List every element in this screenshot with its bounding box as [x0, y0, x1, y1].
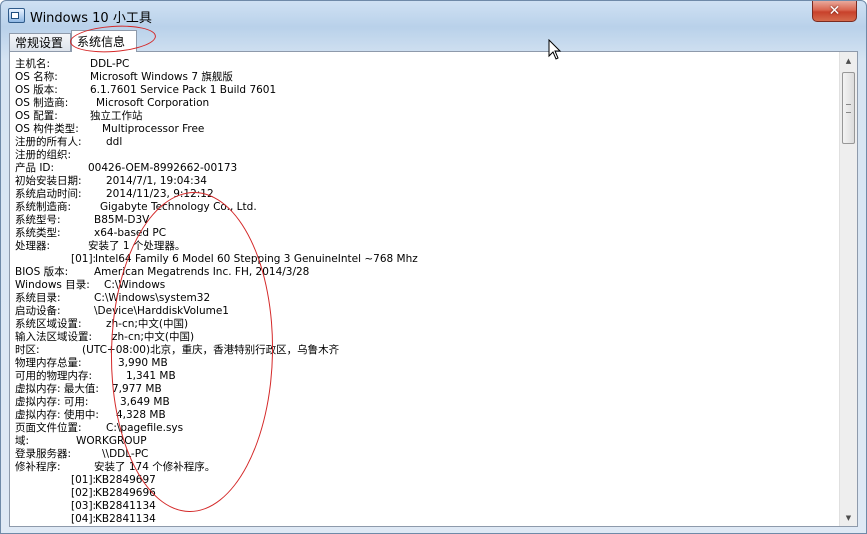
info-value: 安装了 1 个处理器。	[88, 240, 186, 252]
info-value: KB2841134	[95, 513, 156, 524]
info-value: C:\pagefile.sys	[106, 422, 184, 434]
info-label: 注册的所有人:	[15, 136, 82, 148]
title-bar[interactable]: Windows 10 小工具 ✕	[1, 1, 866, 29]
info-label: 虚拟内存: 最大值:	[15, 383, 99, 395]
info-label: OS 配置:	[15, 110, 58, 122]
info-label: [04]:	[71, 513, 97, 524]
mouse-cursor-icon	[548, 39, 562, 60]
info-label: 系统类型:	[15, 227, 61, 239]
info-value: KB2849696	[95, 487, 156, 499]
info-value: ddl	[106, 136, 123, 148]
tab-general-settings[interactable]: 常规设置	[9, 33, 71, 51]
info-value: 4,328 MB	[116, 409, 166, 421]
info-label: 系统区域设置:	[15, 318, 82, 330]
info-value: 2014/7/1, 19:04:34	[106, 175, 207, 187]
info-label: 虚拟内存: 可用:	[15, 396, 89, 408]
info-value: C:\Windows	[104, 279, 166, 291]
info-label: OS 构件类型:	[15, 123, 79, 135]
info-label: 启动设备:	[15, 305, 61, 317]
info-value: Intel64 Family 6 Model 60 Stepping 3 Gen…	[95, 253, 418, 265]
info-value: Multiprocessor Free	[102, 123, 205, 135]
info-value: (UTC+08:00)北京，重庆，香港特别行政区，乌鲁木齐	[82, 344, 340, 356]
system-info-panel: 主机名: DDL-PC OS 名称: Microsoft Windows 7 旗舰版…	[9, 51, 858, 527]
window-title: Windows 10 小工具	[30, 11, 152, 26]
info-label: OS 名称:	[15, 71, 58, 83]
info-value: KB2841134	[95, 500, 156, 512]
info-label: 域:	[15, 435, 30, 447]
info-value: 3,990 MB	[118, 357, 168, 369]
info-label: 系统型号:	[15, 214, 61, 226]
vertical-scrollbar[interactable]: ▲ ▼	[839, 52, 857, 526]
info-value: 6.1.7601 Service Pack 1 Build 7601	[90, 84, 277, 96]
info-label: BIOS 版本:	[15, 266, 69, 278]
info-label: 修补程序:	[15, 461, 61, 473]
info-label: 初始安装日期:	[15, 175, 82, 187]
info-label: [02]:	[71, 487, 97, 499]
info-value: \Device\HarddiskVolume1	[94, 305, 229, 317]
info-label: 虚拟内存: 使用中:	[15, 409, 99, 421]
info-label: OS 版本:	[15, 84, 58, 96]
info-value: DDL-PC	[90, 58, 130, 70]
info-value: WORKGROUP	[76, 435, 147, 447]
info-label: 页面文件位置:	[15, 422, 82, 434]
info-label: 物理内存总量:	[15, 357, 82, 369]
info-label: 系统制造商:	[15, 201, 72, 213]
info-label: 输入法区域设置:	[15, 331, 93, 343]
info-value: zh-cn;中文(中国)	[112, 331, 195, 343]
info-value: 独立工作站	[90, 110, 143, 122]
info-label: Windows 目录:	[15, 279, 90, 291]
info-value: B85M-D3V	[94, 214, 150, 226]
info-value: C:\Windows\system32	[94, 292, 211, 304]
info-value: 2014/11/23, 9:12:12	[106, 188, 214, 200]
info-value: 3,649 MB	[120, 396, 170, 408]
info-value: American Megatrends Inc. FH, 2014/3/28	[94, 266, 310, 278]
info-label: 系统目录:	[15, 292, 61, 304]
scroll-up-icon[interactable]: ▲	[840, 52, 857, 69]
info-label: [01]:	[71, 474, 97, 486]
system-info-text: 主机名: DDL-PC OS 名称: Microsoft Windows 7 旗舰版…	[15, 56, 835, 524]
info-label: 登录服务器:	[15, 448, 72, 460]
scroll-thumb[interactable]	[842, 72, 855, 144]
info-value: 1,341 MB	[126, 370, 176, 382]
info-label: 可用的物理内存:	[15, 370, 93, 382]
info-label: 系统启动时间:	[15, 188, 82, 200]
app-icon	[8, 8, 25, 23]
info-label: 主机名:	[15, 58, 51, 70]
close-button[interactable]: ✕	[812, 1, 857, 22]
info-label: 时区:	[15, 344, 40, 356]
info-value: 安装了 174 个修补程序。	[94, 461, 216, 473]
scroll-down-icon[interactable]: ▼	[840, 509, 857, 526]
info-value: zh-cn;中文(中国)	[106, 318, 189, 330]
info-label: 处理器:	[15, 240, 51, 252]
info-label: 注册的组织:	[15, 149, 72, 161]
info-value: 00426-OEM-8992662-00173	[88, 162, 238, 174]
info-value: Microsoft Windows 7 旗舰版	[90, 71, 233, 83]
info-value: Microsoft Corporation	[96, 97, 210, 109]
info-value: 7,977 MB	[112, 383, 162, 395]
info-label: 产品 ID:	[15, 162, 55, 174]
info-value: \\DDL-PC	[102, 448, 149, 460]
info-value: Gigabyte Technology Co., Ltd.	[100, 201, 257, 213]
info-label: [01]:	[71, 253, 97, 265]
info-value: x64-based PC	[94, 227, 167, 239]
info-label: OS 制造商:	[15, 97, 69, 109]
info-label: [03]:	[71, 500, 97, 512]
info-value: KB2849697	[95, 474, 156, 486]
app-window: Windows 10 小工具 ✕ 常规设置 系统信息 主机名: DDL-PC OS…	[0, 0, 867, 534]
